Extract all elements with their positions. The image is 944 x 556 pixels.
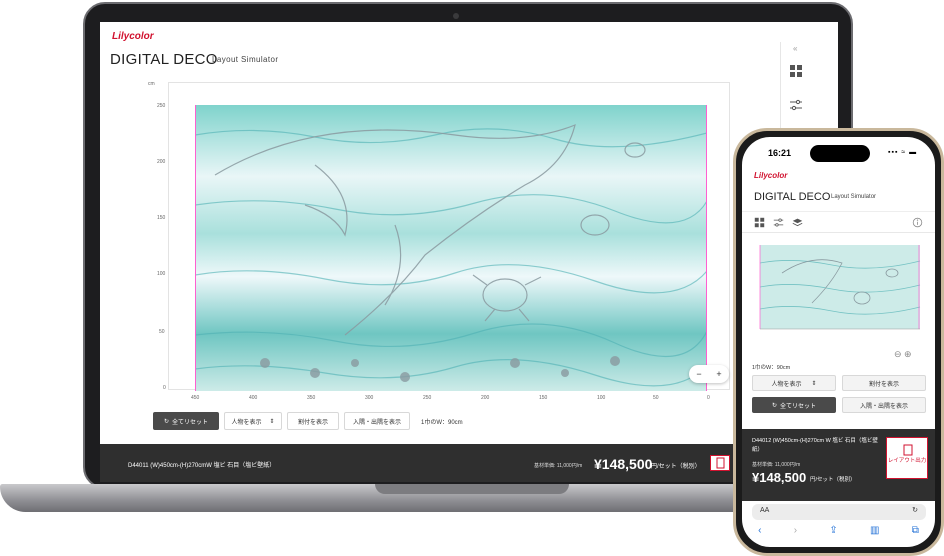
panel-width-label: 1巾のW：90cm: [421, 419, 463, 426]
total-price: ¥148,500: [594, 456, 653, 472]
status-time: 16:21: [768, 148, 792, 158]
y-tick: 150: [157, 215, 166, 221]
y-tick: 200: [157, 159, 166, 165]
show-person-select[interactable]: 人物を表示 ⇕: [752, 375, 836, 391]
reset-icon: ↻: [771, 402, 777, 409]
control-buttons: 人物を表示 ⇕ 割付を表示 ↻ 全てリセット 入隅・出隅を表示: [752, 375, 926, 413]
y-tick: 0: [163, 385, 166, 391]
unit-price: 基材単価: 11,000円/m: [534, 463, 583, 469]
layout-canvas[interactable]: [752, 243, 926, 343]
laptop-screen: Lilycolor DIGITAL DECO Layout Simulator …: [100, 22, 838, 482]
document-icon: [903, 444, 913, 456]
x-tick: 450: [191, 395, 200, 401]
x-tick: 250: [423, 395, 432, 401]
wallpaper-pattern-image: [759, 245, 921, 330]
reset-all-label: 全てリセット: [172, 419, 209, 426]
x-tick: 50: [653, 395, 659, 401]
pdf-output-button[interactable]: [710, 455, 730, 471]
page-subtitle: Layout Simulator: [212, 55, 279, 64]
forward-icon[interactable]: ›: [794, 525, 797, 541]
reload-icon[interactable]: ↻: [912, 506, 918, 514]
brand-logo[interactable]: Lilycolor: [112, 31, 154, 42]
document-icon: [716, 457, 725, 469]
grid-layout-icon[interactable]: [789, 64, 803, 78]
tool-bar: [742, 211, 935, 233]
show-openings-button[interactable]: 入隅・出隅を表示: [344, 412, 410, 430]
reset-all-label: 全てリセット: [780, 403, 817, 410]
phone-screen: 16:21 ▪▪▪ ≈ ▬ Lilycolor DIGITAL DECO Lay…: [742, 137, 935, 547]
y-tick: 100: [157, 271, 166, 277]
wallpaper-pattern-image: [195, 105, 707, 391]
show-person-label: 人物を表示: [231, 419, 262, 426]
panel-guide-left: [195, 105, 196, 391]
page-title: DIGITAL DECO: [110, 51, 218, 68]
brand-logo[interactable]: Lilycolor: [754, 171, 787, 180]
price-footer: D44012 (W)450cm-(H)270cm W 塩ビ 石目（塩ビ壁紙） 基…: [742, 429, 935, 501]
price-unit: 円/セット（税別）: [810, 477, 856, 483]
info-icon[interactable]: [912, 217, 923, 228]
sliders-icon[interactable]: [773, 217, 784, 228]
updown-icon: ⇕: [811, 380, 817, 387]
layers-icon[interactable]: [792, 217, 803, 228]
url-bar[interactable]: AA ↻: [752, 504, 926, 520]
sliders-icon[interactable]: [789, 98, 803, 112]
updown-icon: ⇕: [269, 418, 275, 425]
x-tick: 200: [481, 395, 490, 401]
browser-nav-bar: ‹ › ⇪ ▥ ⧉: [742, 525, 935, 541]
double-chevron-left-icon[interactable]: «: [793, 44, 797, 53]
y-tick: 250: [157, 103, 166, 109]
zoom-controls[interactable]: ⊖ ⊕: [894, 349, 912, 360]
back-icon[interactable]: ‹: [758, 525, 761, 541]
x-tick: 400: [249, 395, 258, 401]
show-split-button[interactable]: 割付を表示: [287, 412, 339, 430]
control-buttons: ↻ 全てリセット 人物を表示 ⇕ 割付を表示 入隅・出隅を表示 1巾のW：90c…: [153, 412, 463, 430]
grid-layout-icon[interactable]: [754, 217, 765, 228]
reset-icon: ↻: [163, 418, 169, 425]
axis-unit: cm: [148, 81, 155, 87]
price-footer: D44011 (W)450cm-(H)270cmW 塩ビ 石目（塩ビ壁紙） 基材…: [100, 444, 838, 482]
x-tick: 0: [707, 395, 710, 401]
camera-dot: [453, 13, 459, 19]
x-tick: 350: [307, 395, 316, 401]
share-icon[interactable]: ⇪: [829, 525, 837, 541]
product-name: D44012 (W)450cm-(H)270cm W 塩ビ 石目（塩ビ壁紙）: [752, 438, 878, 453]
layout-output-button[interactable]: レイアウト出力: [886, 437, 928, 479]
status-icons: ▪▪▪ ≈ ▬: [888, 149, 918, 156]
reset-all-button[interactable]: ↻ 全てリセット: [752, 397, 836, 413]
phone-frame: 16:21 ▪▪▪ ≈ ▬ Lilycolor DIGITAL DECO Lay…: [733, 128, 944, 556]
x-tick: 100: [597, 395, 606, 401]
total-price: ¥148,500: [752, 470, 807, 485]
y-tick: 50: [159, 329, 165, 335]
unit-price: 基材単価: 11,000円/m: [752, 462, 801, 468]
show-split-button[interactable]: 割付を表示: [842, 375, 926, 391]
tabs-icon[interactable]: ⧉: [912, 525, 919, 541]
text-size-button[interactable]: AA: [760, 507, 769, 514]
panel-guide-right: [706, 105, 707, 391]
layout-output-label: レイアウト出力: [887, 458, 927, 464]
page-title: DIGITAL DECO: [754, 191, 831, 203]
zoom-controls: − +: [689, 365, 729, 383]
price-unit: 円/セット（税別）: [651, 464, 701, 470]
reset-all-button[interactable]: ↻ 全てリセット: [153, 412, 219, 430]
product-name: D44011 (W)450cm-(H)270cmW 塩ビ 石目（塩ビ壁紙）: [128, 463, 276, 469]
layout-canvas[interactable]: cm 250 200 150 100 50 0 450 400 350 300 …: [148, 81, 730, 401]
show-openings-button[interactable]: 入隅・出隅を表示: [842, 397, 926, 413]
device-mockup: Lilycolor DIGITAL DECO Layout Simulator …: [0, 0, 944, 556]
panel-width-label: 1巾のW：90cm: [752, 365, 791, 371]
zoom-in-button[interactable]: +: [716, 369, 721, 379]
x-tick: 300: [365, 395, 374, 401]
page-subtitle: Layout Simulator: [831, 194, 877, 200]
dynamic-island: [810, 145, 870, 162]
x-tick: 150: [539, 395, 548, 401]
laptop-notch: [375, 484, 569, 494]
zoom-out-button[interactable]: −: [696, 369, 701, 379]
bookmarks-icon[interactable]: ▥: [870, 525, 879, 541]
show-person-select[interactable]: 人物を表示 ⇕: [224, 412, 282, 430]
show-person-label: 人物を表示: [771, 381, 802, 388]
